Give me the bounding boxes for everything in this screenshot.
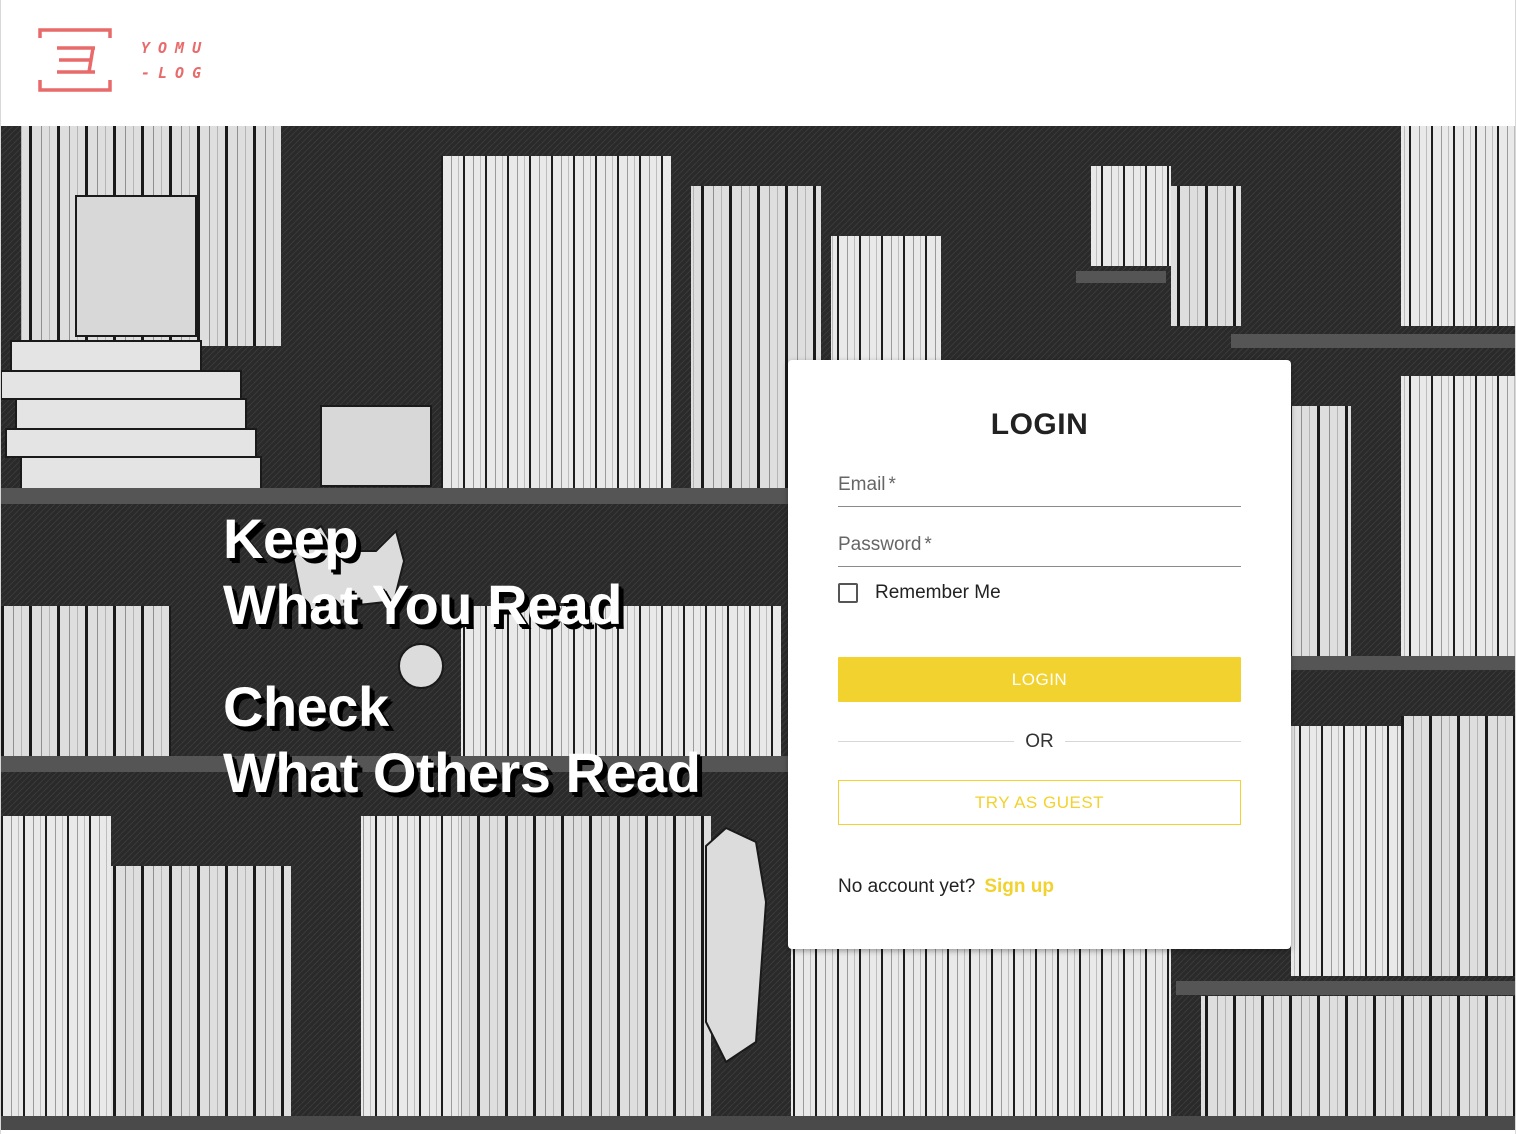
email-field[interactable]: Email * xyxy=(838,470,1245,508)
signup-row: No account yet? Sign up xyxy=(838,876,1054,898)
logo-text-line1: YOMU xyxy=(141,39,210,57)
logo-text-line2: -LOG xyxy=(141,64,210,82)
password-input[interactable] xyxy=(838,530,1245,568)
remember-me-row[interactable]: Remember Me xyxy=(838,580,1001,606)
login-card: LOGIN Email * Password * Remember Me LOGIN… xyxy=(788,360,1291,949)
login-button[interactable]: LOGIN xyxy=(838,657,1241,702)
try-as-guest-button[interactable]: TRY AS GUEST xyxy=(838,780,1241,825)
password-field[interactable]: Password * xyxy=(838,530,1245,568)
tagline-keep-line1: Keep xyxy=(223,507,358,570)
top-header: YOMU -LOG xyxy=(1,0,1515,126)
logo-wordmark: YOMU -LOG xyxy=(141,36,209,86)
or-text: OR xyxy=(1025,731,1054,752)
tagline-check: Check What Others Read xyxy=(223,674,701,806)
tagline-keep: Keep What You Read xyxy=(223,506,623,638)
login-title: LOGIN xyxy=(990,408,1089,441)
logo-link[interactable]: YOMU -LOG xyxy=(37,28,217,94)
tagline-check-line1: Check xyxy=(223,675,389,738)
logo-mark-icon xyxy=(38,28,112,92)
signup-link[interactable]: Sign up xyxy=(984,876,1054,897)
email-input[interactable] xyxy=(838,470,1245,508)
tagline-keep-line2: What You Read xyxy=(223,573,623,636)
remember-me-checkbox[interactable] xyxy=(838,583,858,603)
tagline-check-line2: What Others Read xyxy=(223,741,701,804)
remember-me-label: Remember Me xyxy=(875,582,1001,603)
no-account-text: No account yet? xyxy=(838,876,976,897)
app-window: YOMU -LOG Keep What You Read Check What … xyxy=(0,0,1516,1134)
or-divider: OR xyxy=(838,730,1241,754)
